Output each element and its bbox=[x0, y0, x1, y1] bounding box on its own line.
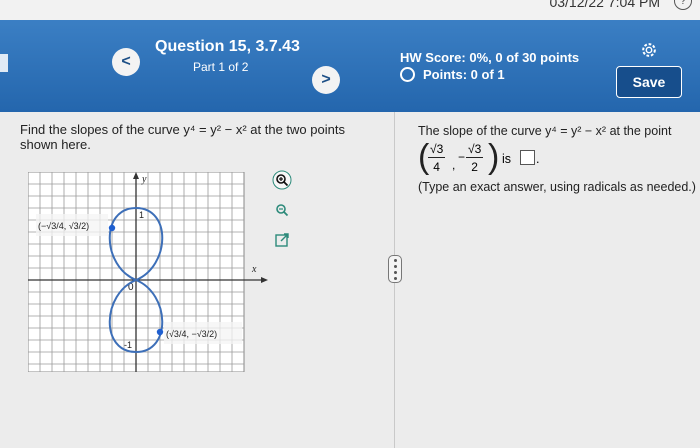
zoom-in-icon[interactable] bbox=[272, 170, 292, 190]
help-icon[interactable]: ? bbox=[674, 0, 692, 10]
point-y-denominator: 2 bbox=[471, 160, 478, 174]
question-title: Question 15, 3.7.43 bbox=[155, 38, 300, 55]
clock: 03/12/22 7:04 PM bbox=[549, 0, 660, 10]
point-y-fraction: √3 2 bbox=[466, 142, 484, 174]
problem-line-2: shown here. bbox=[20, 137, 91, 152]
x-axis-label: x bbox=[251, 264, 257, 275]
side-tab[interactable] bbox=[0, 54, 8, 72]
question-part: Part 1 of 2 bbox=[193, 60, 249, 74]
point-label-left: (−√3/4, √3/2) bbox=[38, 221, 89, 231]
status-circle-icon bbox=[400, 67, 415, 82]
answer-period: . bbox=[536, 152, 540, 166]
problem-statement: Find the slopes of the curve y⁴ = y² − x… bbox=[20, 122, 345, 152]
point-label-right: (√3/4, −√3/2) bbox=[166, 329, 217, 339]
answer-prompt: The slope of the curve y⁴ = y² − x² at t… bbox=[418, 124, 672, 138]
slope-answer-input[interactable] bbox=[520, 150, 535, 165]
point-x-numerator: √3 bbox=[428, 142, 446, 158]
problem-line-1: Find the slopes of the curve y⁴ = y² − x… bbox=[20, 122, 345, 137]
point-y-sign: − bbox=[458, 150, 466, 164]
point-comma: , bbox=[452, 158, 456, 172]
point-x-fraction: √3 4 bbox=[428, 142, 446, 174]
y-axis-label: y bbox=[141, 174, 147, 185]
expand-icon[interactable] bbox=[272, 230, 292, 250]
curve-graph: y x 0 1 -1 (−√3/4, √3/2) (√3/4, −√3/2) bbox=[28, 172, 268, 372]
zoom-out-icon[interactable] bbox=[272, 200, 292, 220]
save-button[interactable]: Save bbox=[616, 66, 682, 98]
point-y-numerator: √3 bbox=[466, 142, 484, 158]
next-question-button[interactable]: > bbox=[312, 66, 340, 94]
hw-score: HW Score: 0%, 0 of 30 points bbox=[400, 50, 580, 65]
right-paren: ) bbox=[488, 138, 500, 176]
point-x-denominator: 4 bbox=[433, 160, 440, 174]
point-marker-right bbox=[156, 328, 164, 336]
answer-hint: (Type an exact answer, using radicals as… bbox=[418, 180, 696, 194]
status-bar: 03/12/22 7:04 PM ? bbox=[0, 0, 700, 22]
question-content: Find the slopes of the curve y⁴ = y² − x… bbox=[0, 112, 700, 448]
tick-label-1: 1 bbox=[139, 210, 144, 220]
gear-icon[interactable] bbox=[640, 41, 658, 59]
panel-resize-handle[interactable] bbox=[388, 255, 402, 283]
points-status: Points: 0 of 1 bbox=[400, 67, 505, 82]
tick-label-neg-1: -1 bbox=[124, 340, 132, 350]
point-marker-left bbox=[108, 224, 116, 232]
previous-question-button[interactable]: < bbox=[112, 48, 140, 76]
question-header: < Question 15, 3.7.43 Part 1 of 2 > HW S… bbox=[0, 20, 700, 112]
points-text: Points: 0 of 1 bbox=[423, 67, 505, 82]
is-label: is bbox=[502, 152, 512, 166]
